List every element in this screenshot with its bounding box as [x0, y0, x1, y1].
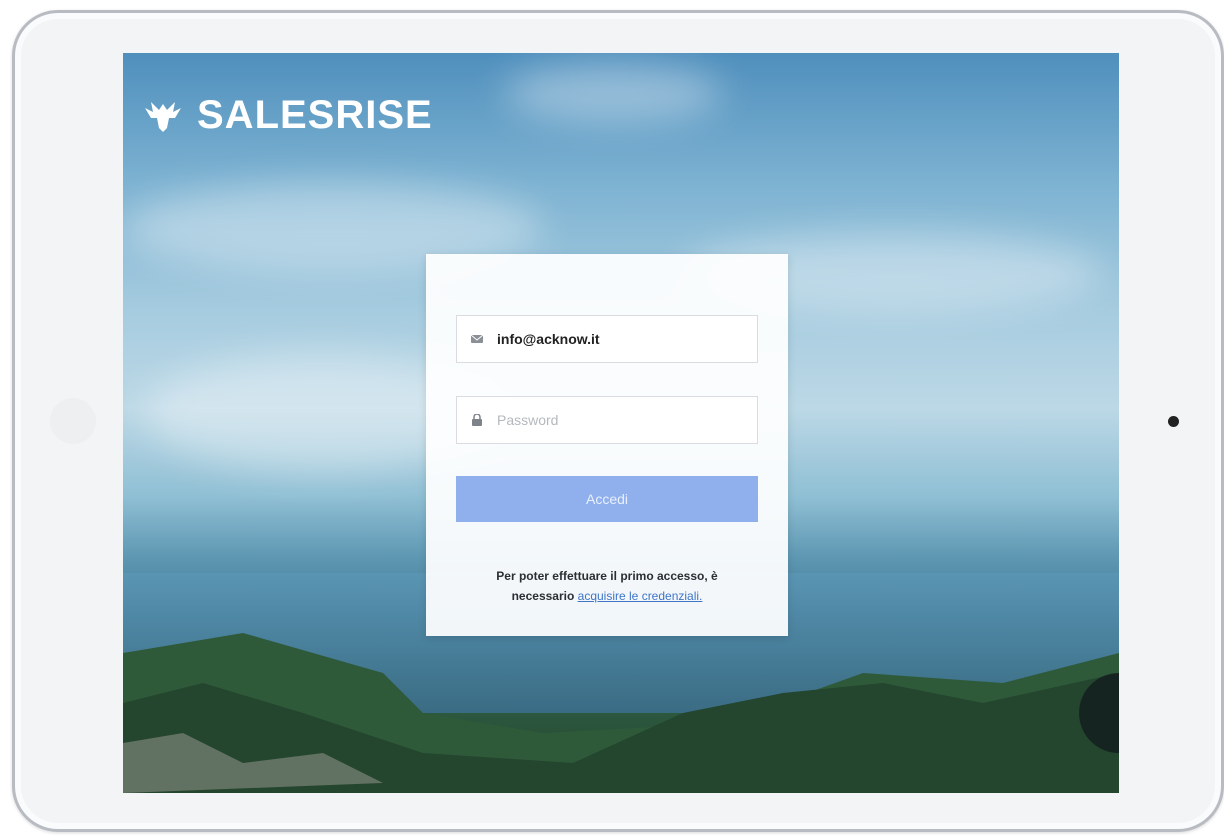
- acquire-credentials-link[interactable]: acquisire le credenziali.: [578, 589, 703, 603]
- camera-dot: [1168, 416, 1179, 427]
- info-text-line-2: necessario: [511, 589, 575, 603]
- first-access-info: Per poter effettuare il primo accesso, è…: [446, 566, 768, 606]
- email-field[interactable]: [456, 315, 758, 363]
- password-field[interactable]: [456, 396, 758, 444]
- brand-name: SALESRISE: [197, 93, 433, 137]
- email-input[interactable]: [497, 316, 757, 362]
- brand-logo: SALESRISE: [143, 93, 433, 138]
- password-input[interactable]: [497, 397, 757, 443]
- eagle-logo-icon: [145, 101, 181, 132]
- cloud: [503, 63, 723, 123]
- envelope-icon: [457, 315, 497, 363]
- login-screen: SALESRISE Accedi Per poter effettuare il…: [123, 53, 1119, 793]
- home-button: [50, 398, 96, 444]
- lock-icon: [457, 396, 497, 444]
- login-card: Accedi Per poter effettuare il primo acc…: [426, 254, 788, 636]
- info-text-line-1: Per poter effettuare il primo accesso, è: [496, 569, 718, 583]
- login-button[interactable]: Accedi: [456, 476, 758, 522]
